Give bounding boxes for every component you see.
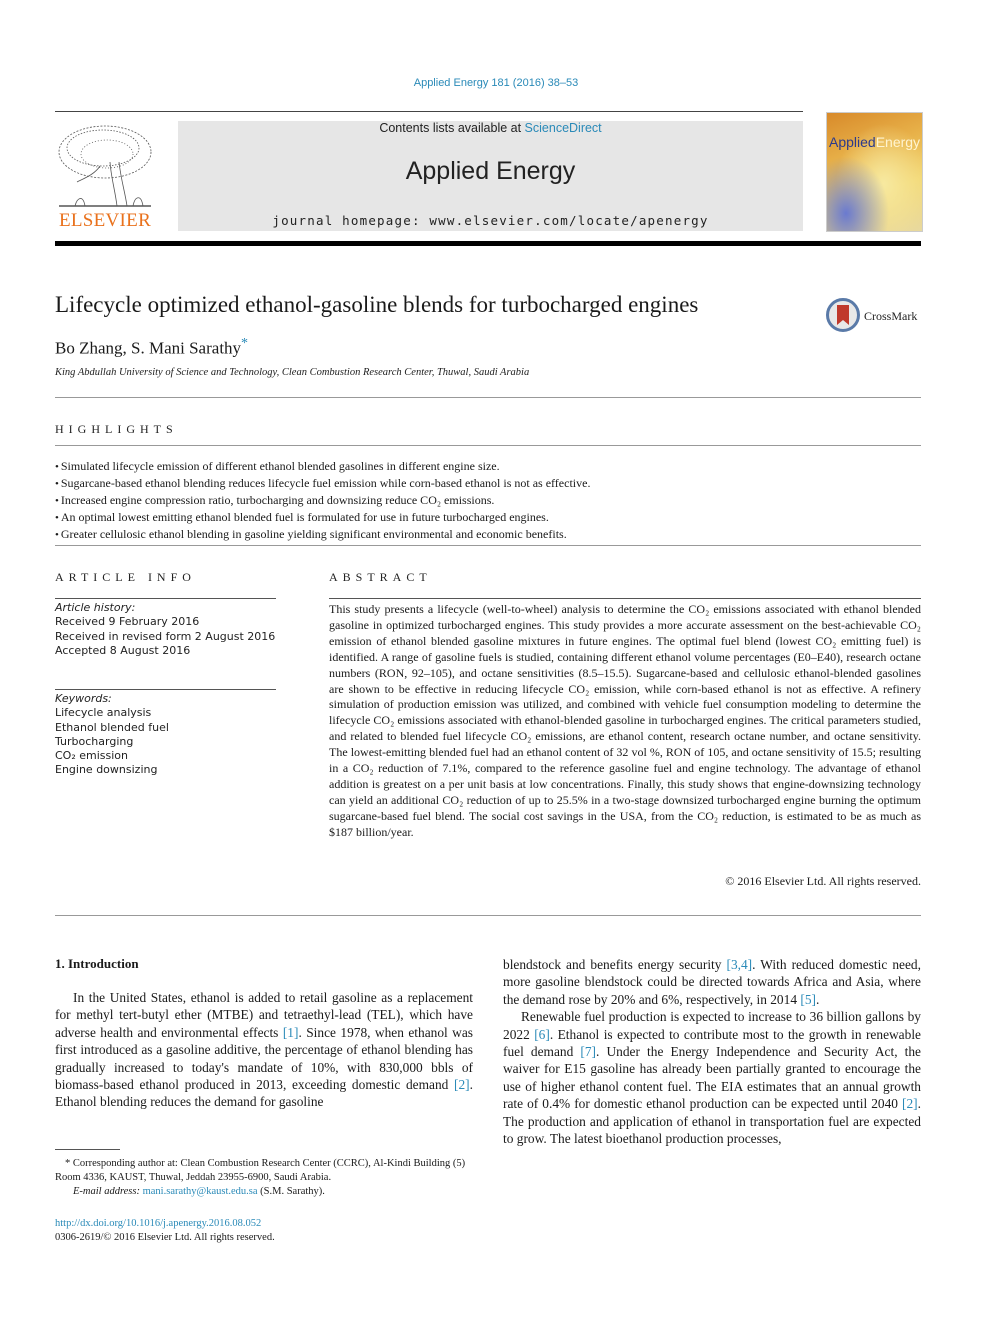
citation-link[interactable]: [1] bbox=[283, 1025, 299, 1040]
history-label: Article history: bbox=[55, 601, 136, 614]
article-title: Lifecycle optimized ethanol-gasoline ble… bbox=[55, 292, 699, 317]
email-suffix: (S.M. Sarathy). bbox=[257, 1186, 325, 1197]
crossmark-icon[interactable] bbox=[826, 298, 860, 332]
author-list: Bo Zhang, S. Mani Sarathy* bbox=[55, 336, 248, 359]
corresponding-author-mark[interactable]: * bbox=[241, 336, 248, 351]
citation-link[interactable]: [5] bbox=[800, 992, 816, 1007]
footnote-rule bbox=[55, 1149, 120, 1150]
article-history: Article history: Received 9 February 201… bbox=[55, 601, 275, 658]
masthead-rule bbox=[55, 241, 921, 246]
keyword-item: Engine downsizing bbox=[55, 763, 158, 777]
email-label: E-mail address: bbox=[73, 1186, 143, 1197]
highlight-item: Simulated lifecycle emission of differen… bbox=[55, 458, 921, 475]
abstract-label: ABSTRACT bbox=[329, 570, 432, 584]
contents-line: Contents lists available at ScienceDirec… bbox=[178, 121, 803, 135]
abstract-text: This study presents a lifecycle (well-to… bbox=[329, 602, 921, 839]
divider bbox=[329, 598, 921, 599]
divider bbox=[55, 689, 276, 690]
divider bbox=[55, 445, 921, 446]
authors-text: Bo Zhang, S. Mani Sarathy bbox=[55, 338, 242, 358]
citation-link[interactable]: [6] bbox=[534, 1027, 550, 1042]
journal-cover-image bbox=[826, 112, 923, 232]
highlight-item: Increased engine compression ratio, turb… bbox=[55, 492, 921, 509]
email-line: E-mail address: mani.sarathy@kaust.edu.s… bbox=[55, 1185, 475, 1199]
issn-line: 0306-2619/© 2016 Elsevier Ltd. All right… bbox=[55, 1232, 275, 1243]
intro-left-column: In the United States, ethanol is added t… bbox=[55, 989, 473, 1111]
keyword-item: Ethanol blended fuel bbox=[55, 720, 169, 734]
email-link[interactable]: mani.sarathy@kaust.edu.sa bbox=[143, 1186, 258, 1197]
doi-link[interactable]: http://dx.doi.org/10.1016/j.apenergy.201… bbox=[55, 1217, 275, 1231]
highlight-item: Greater cellulosic ethanol blending in g… bbox=[55, 526, 921, 543]
divider bbox=[55, 915, 921, 916]
keywords: Keywords: Lifecycle analysis Ethanol ble… bbox=[55, 692, 169, 778]
keywords-label: Keywords: bbox=[55, 692, 112, 705]
crossmark-label[interactable]: CrossMark bbox=[864, 309, 917, 324]
citation-link[interactable]: [2] bbox=[454, 1077, 470, 1092]
intro-right-column: blendstock and benefits energy security … bbox=[503, 956, 921, 1147]
journal-reference-link[interactable]: Applied Energy 181 (2016) 38–53 bbox=[0, 77, 992, 89]
sciencedirect-link[interactable]: ScienceDirect bbox=[525, 121, 602, 135]
keyword-item: Lifecycle analysis bbox=[55, 706, 152, 720]
cover-title-energy: Energy bbox=[875, 134, 921, 150]
cover-title-applied: Applied bbox=[829, 134, 876, 150]
contents-prefix: Contents lists available at bbox=[379, 121, 525, 135]
citation-link[interactable]: [7] bbox=[580, 1044, 596, 1059]
citation-link[interactable]: [3,4] bbox=[726, 957, 752, 972]
article-info-label: ARTICLE INFO bbox=[55, 570, 196, 584]
intro-text: blendstock and benefits energy security bbox=[503, 957, 727, 972]
highlights-list: Simulated lifecycle emission of differen… bbox=[55, 458, 921, 543]
keyword-item: CO₂ emission bbox=[55, 749, 129, 763]
header-rule bbox=[55, 111, 803, 112]
affiliation: King Abdullah University of Science and … bbox=[55, 367, 530, 378]
keyword-item: Turbocharging bbox=[55, 734, 134, 748]
highlight-item: An optimal lowest emitting ethanol blend… bbox=[55, 509, 921, 526]
history-item: Accepted 8 August 2016 bbox=[55, 643, 191, 657]
footnote: * Corresponding author at: Clean Combust… bbox=[55, 1157, 475, 1199]
highlights-label: HIGHLIGHTS bbox=[55, 422, 178, 436]
section-heading-introduction: 1. Introduction bbox=[55, 956, 139, 971]
history-item: Received 9 February 2016 bbox=[55, 615, 200, 629]
journal-title: Applied Energy bbox=[405, 157, 576, 185]
history-item: Received in revised form 2 August 2016 bbox=[55, 629, 276, 643]
intro-text: . bbox=[816, 991, 820, 1007]
highlight-item: Sugarcane-based ethanol blending reduces… bbox=[55, 475, 921, 492]
abstract-copyright: © 2016 Elsevier Ltd. All rights reserved… bbox=[725, 874, 921, 888]
divider bbox=[55, 545, 921, 546]
doi-block: http://dx.doi.org/10.1016/j.apenergy.201… bbox=[55, 1217, 275, 1245]
elsevier-wordmark: ELSEVIER bbox=[58, 210, 152, 231]
divider bbox=[55, 397, 921, 398]
citation-link[interactable]: [2] bbox=[902, 1096, 918, 1111]
divider bbox=[55, 598, 276, 599]
journal-homepage[interactable]: journal homepage: www.elsevier.com/locat… bbox=[178, 213, 803, 228]
cover-title: AppliedEnergy bbox=[829, 134, 920, 150]
corresponding-author-note: * Corresponding author at: Clean Combust… bbox=[55, 1158, 466, 1183]
